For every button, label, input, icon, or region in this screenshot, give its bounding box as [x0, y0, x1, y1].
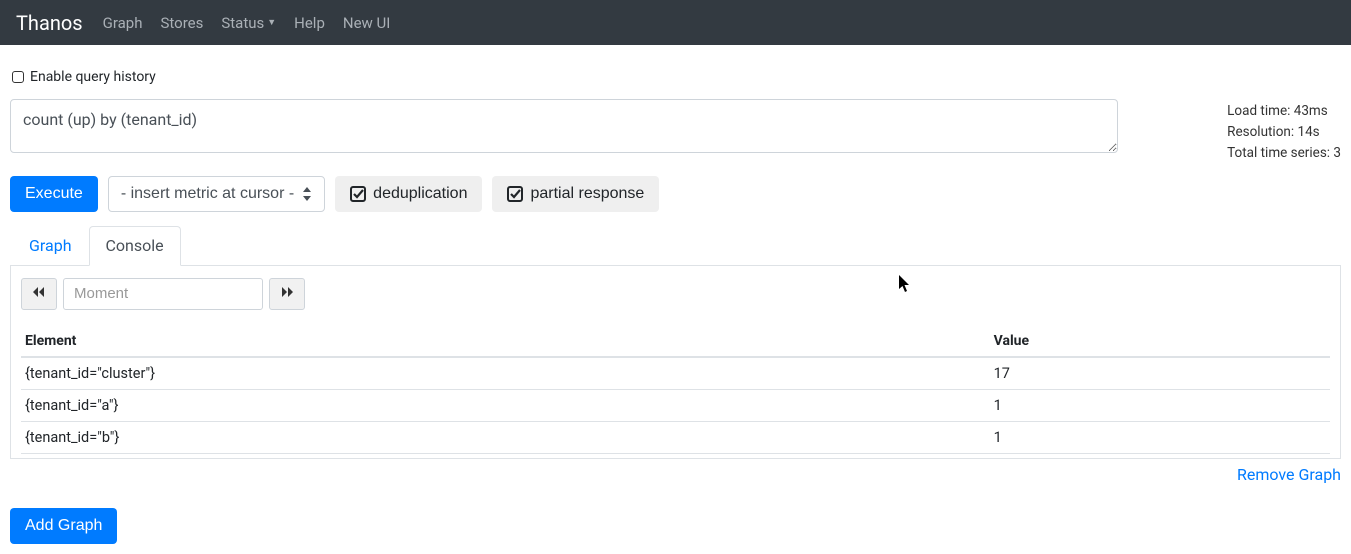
remove-graph-wrap: Remove Graph: [10, 465, 1341, 484]
chevron-down-icon: ▼: [267, 17, 276, 28]
stat-total-series: Total time series: 3: [1227, 143, 1341, 164]
nav-stores[interactable]: Stores: [160, 14, 203, 32]
partial-response-toggle[interactable]: partial response: [492, 176, 659, 212]
tabs: Graph Console: [10, 226, 1341, 266]
deduplication-toggle[interactable]: deduplication: [335, 176, 482, 212]
nav-status-label: Status: [221, 14, 264, 32]
moment-prev-button[interactable]: [21, 278, 57, 310]
enable-history-checkbox[interactable]: [12, 71, 24, 83]
checkbox-checked-icon: [507, 186, 523, 202]
partial-response-label: partial response: [530, 185, 644, 203]
cell-element: {tenant_id="a"}: [21, 389, 990, 421]
cell-element: {tenant_id="b"}: [21, 421, 990, 453]
nav-new-ui[interactable]: New UI: [343, 14, 390, 32]
execute-button[interactable]: Execute: [10, 176, 98, 212]
enable-history-row: Enable query history: [10, 55, 1341, 93]
remove-graph-link[interactable]: Remove Graph: [1237, 465, 1341, 484]
table-row: {tenant_id="a"} 1: [21, 389, 1330, 421]
double-chevron-right-icon: [280, 286, 294, 302]
brand[interactable]: Thanos: [16, 11, 83, 35]
query-stats: Load time: 43ms Resolution: 14s Total ti…: [1207, 99, 1341, 164]
moment-next-button[interactable]: [269, 278, 305, 310]
enable-history-label: Enable query history: [30, 69, 156, 85]
console-panel: Element Value {tenant_id="cluster"} 17 {…: [10, 266, 1341, 459]
cell-value: 1: [990, 389, 1330, 421]
nav-status[interactable]: Status ▼: [221, 14, 276, 32]
query-input[interactable]: [10, 99, 1118, 153]
checkbox-checked-icon: [350, 186, 366, 202]
cell-element: {tenant_id="cluster"}: [21, 357, 990, 390]
cell-value: 17: [990, 357, 1330, 390]
stat-load-time: Load time: 43ms: [1227, 101, 1341, 122]
results-table: Element Value {tenant_id="cluster"} 17 {…: [21, 326, 1330, 454]
nav-help[interactable]: Help: [294, 14, 325, 32]
table-row: {tenant_id="cluster"} 17: [21, 357, 1330, 390]
sort-icon: [302, 187, 312, 201]
metric-select[interactable]: - insert metric at cursor -: [108, 176, 325, 212]
add-graph-button[interactable]: Add Graph: [10, 508, 117, 544]
double-chevron-left-icon: [32, 286, 46, 302]
tab-console[interactable]: Console: [89, 226, 181, 266]
table-row: {tenant_id="b"} 1: [21, 421, 1330, 453]
navbar: Thanos Graph Stores Status ▼ Help New UI: [0, 0, 1351, 45]
stat-resolution: Resolution: 14s: [1227, 122, 1341, 143]
nav-graph[interactable]: Graph: [103, 14, 143, 32]
moment-input[interactable]: [63, 278, 263, 310]
th-element: Element: [21, 326, 990, 357]
metric-select-label: - insert metric at cursor -: [121, 185, 294, 203]
th-value: Value: [990, 326, 1330, 357]
cell-value: 1: [990, 421, 1330, 453]
deduplication-label: deduplication: [373, 185, 467, 203]
tab-graph[interactable]: Graph: [12, 226, 89, 266]
